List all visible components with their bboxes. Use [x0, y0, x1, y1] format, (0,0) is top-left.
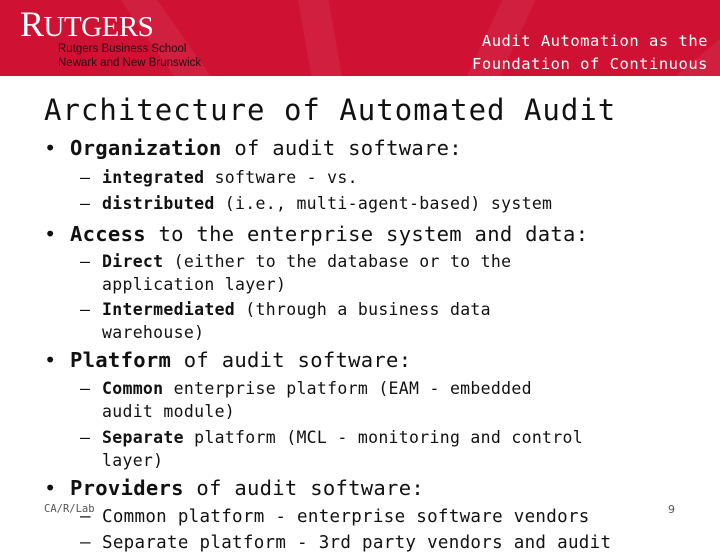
school-line-1: Rutgers Business School — [58, 43, 187, 55]
bullet-keyword: Organization — [70, 136, 222, 160]
logo-initial: R — [20, 4, 44, 44]
sub-bullet-keyword: distributed — [102, 194, 215, 213]
rutgers-logo: RUTGERS — [20, 4, 154, 44]
bullet-dot-icon: • — [44, 222, 57, 246]
sub-bullet: – distributed (i.e., multi-agent-based) s… — [80, 192, 552, 215]
sub-bullet: – Direct (either to the database or to th… — [80, 250, 511, 296]
bullet-organization: • Organization of audit software: — [44, 136, 462, 160]
sub-bullet-text: (either to the database or to the — [163, 252, 512, 271]
sub-bullet-continuation: warehouse) — [102, 323, 205, 342]
bullet-text: of audit software: — [171, 348, 412, 372]
logo-rest: UTGERS — [43, 11, 154, 43]
sub-bullet-text: Common platform - enterprise software ve… — [102, 507, 590, 527]
sub-bullet-continuation: application layer) — [102, 275, 287, 294]
sub-bullet: – Common platform - enterprise software v… — [80, 506, 590, 529]
dash-icon: – — [80, 300, 91, 319]
footer-lab-label: CA/R/Lab — [44, 503, 95, 515]
bullet-keyword: Providers — [70, 476, 184, 500]
sub-bullet-keyword: Common — [102, 379, 164, 398]
sub-bullet-keyword: Separate — [102, 428, 184, 447]
deck-title: Audit Automation as the Foundation of Co… — [472, 30, 708, 76]
bullet-access: • Access to the enterprise system and dat… — [44, 222, 588, 246]
sub-bullet-text: Separate platform - 3rd party vendors an… — [102, 533, 612, 553]
sub-bullet-cut-off: – Separate platform - 3rd party vendors a… — [80, 532, 611, 555]
sub-bullet-text: enterprise platform (EAM - embedded — [163, 379, 532, 398]
sub-bullet: – Common enterprise platform (EAM - embed… — [80, 377, 532, 423]
bullet-text: of audit software: — [183, 476, 424, 500]
sub-bullet-text: software - vs. — [204, 168, 358, 187]
bullet-platform: • Platform of audit software: — [44, 348, 411, 372]
dash-icon: – — [80, 533, 91, 553]
sub-bullet-continuation: layer) — [102, 451, 164, 470]
sub-bullet-text: platform (MCL - monitoring and control — [183, 428, 583, 447]
deck-title-line-2: Foundation of Continuous — [472, 55, 708, 73]
bullet-dot-icon: • — [44, 348, 57, 372]
sub-bullet-keyword: Intermediated — [102, 300, 236, 319]
sub-bullet: – integrated software - vs. — [80, 166, 358, 189]
bullet-dot-icon: • — [44, 476, 57, 500]
banner-ray-decoration — [285, 0, 360, 76]
slide-header-banner: RUTGERS Rutgers Business School Newark a… — [0, 0, 720, 76]
bullet-text: of audit software: — [221, 136, 462, 160]
dash-icon: – — [80, 194, 91, 213]
sub-bullet-continuation: audit module) — [102, 402, 236, 421]
bullet-dot-icon: • — [44, 136, 57, 160]
bullet-keyword: Access — [70, 222, 146, 246]
sub-bullet: – Separate platform (MCL - monitoring and… — [80, 426, 583, 472]
sub-bullet-text: (through a business data — [235, 300, 491, 319]
bullet-providers: • Providers of audit software: — [44, 476, 424, 500]
dash-icon: – — [80, 168, 91, 187]
school-line-2: Newark and New Brunswick — [58, 57, 202, 69]
sub-bullet-keyword: integrated — [102, 168, 205, 187]
dash-icon: – — [80, 252, 91, 271]
slide-page-number: 9 — [668, 503, 675, 516]
deck-title-line-1: Audit Automation as the — [481, 32, 708, 50]
sub-bullet-keyword: Direct — [102, 252, 164, 271]
slide-title: Architecture of Automated Audit — [44, 93, 617, 127]
sub-bullet-text: (i.e., multi-agent-based) system — [214, 194, 553, 213]
bullet-keyword: Platform — [70, 348, 172, 372]
bullet-text: to the enterprise system and data: — [145, 222, 589, 246]
dash-icon: – — [80, 428, 91, 447]
sub-bullet: – Intermediated (through a business data w… — [80, 298, 491, 344]
dash-icon: – — [80, 379, 91, 398]
school-name: Rutgers Business School Newark and New B… — [58, 42, 201, 70]
